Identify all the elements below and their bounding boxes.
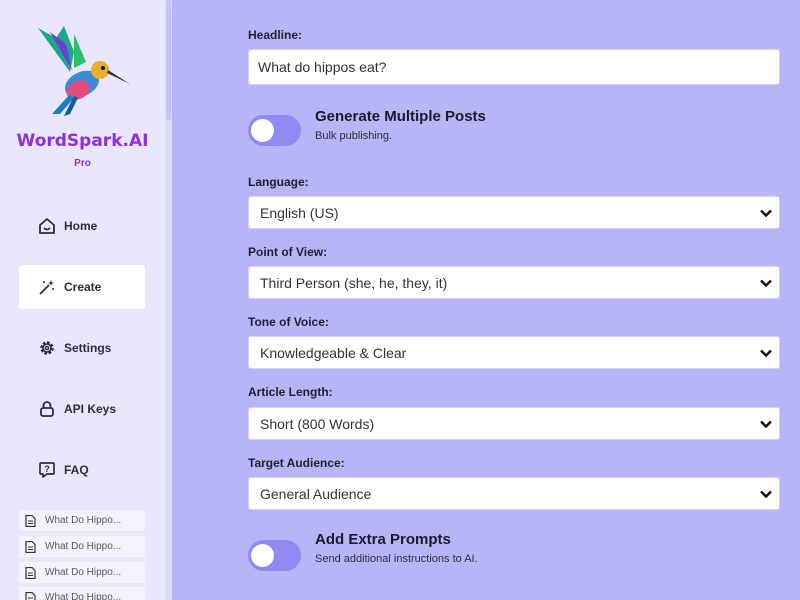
length-value: Short (800 Words) [260, 415, 375, 432]
brand-name: WordSpark.AI [16, 131, 149, 151]
extra-prompts-title: Add Extra Prompts [315, 531, 451, 548]
svg-text:?: ? [44, 464, 50, 474]
point-of-view-label: Point of View: [248, 245, 328, 259]
nav-home-label: Home [64, 219, 98, 233]
multiple-posts-toggle[interactable] [248, 115, 301, 146]
recent-item-label: What Do Hippo... [45, 515, 122, 526]
multiple-posts-title: Generate Multiple Posts [315, 108, 486, 125]
multiple-posts-desc: Bulk publishing. [315, 130, 393, 142]
magic-wand-icon [37, 277, 57, 297]
chevron-down-icon [759, 417, 773, 431]
extra-prompts-desc: Send additional instructions to AI. [315, 553, 478, 565]
nav-faq[interactable]: ? FAQ [19, 448, 145, 492]
recent-item[interactable]: What Do Hippo... [19, 536, 145, 557]
toggle-knob [251, 544, 274, 567]
chevron-down-icon [759, 346, 773, 360]
recent-item-label: What Do Hippo... [45, 567, 122, 578]
document-icon [25, 566, 37, 579]
nav-faq-label: FAQ [64, 463, 89, 477]
scrollbar-thumb[interactable] [166, 0, 171, 120]
nav-create[interactable]: Create [19, 265, 145, 309]
tone-label: Tone of Voice: [248, 315, 329, 329]
audience-select[interactable]: General Audience [248, 477, 780, 510]
extra-prompts-toggle[interactable] [248, 540, 301, 571]
nav-settings-label: Settings [64, 341, 112, 355]
home-icon [37, 216, 57, 236]
hummingbird-logo [30, 22, 132, 117]
nav-api-keys-label: API Keys [64, 402, 117, 416]
recent-item-label: What Do Hippo... [45, 592, 122, 600]
length-label: Article Length: [248, 385, 333, 399]
brand-tier: Pro [74, 158, 91, 169]
point-of-view-value: Third Person (she, he, they, it) [260, 274, 448, 291]
recent-item[interactable]: What Do Hippo... [19, 587, 145, 600]
recent-item-label: What Do Hippo... [45, 541, 122, 552]
point-of-view-select[interactable]: Third Person (she, he, they, it) [248, 266, 780, 299]
audience-label: Target Audience: [248, 456, 345, 470]
gear-icon [37, 338, 57, 358]
document-icon [25, 540, 37, 553]
language-select[interactable]: English (US) [248, 196, 780, 229]
lock-icon [37, 399, 57, 419]
length-select[interactable]: Short (800 Words) [248, 407, 780, 440]
audience-value: General Audience [260, 485, 372, 502]
tone-value: Knowledgeable & Clear [260, 344, 407, 361]
chevron-down-icon [759, 206, 773, 220]
chevron-down-icon [759, 276, 773, 290]
language-label: Language: [248, 175, 309, 189]
language-value: English (US) [260, 204, 339, 221]
question-icon: ? [37, 460, 57, 480]
document-icon [25, 514, 37, 527]
nav-api-keys[interactable]: API Keys [19, 387, 145, 431]
nav-settings[interactable]: Settings [19, 326, 145, 370]
sidebar: WordSpark.AI Pro Home Create Settings AP… [0, 0, 165, 600]
headline-label: Headline: [248, 28, 303, 42]
nav-home[interactable]: Home [19, 204, 145, 248]
document-icon [25, 591, 37, 600]
recent-item[interactable]: What Do Hippo... [19, 562, 145, 583]
recent-item[interactable]: What Do Hippo... [19, 510, 145, 531]
headline-input[interactable] [248, 49, 780, 85]
nav-create-label: Create [64, 280, 102, 294]
toggle-knob [251, 119, 274, 142]
tone-select[interactable]: Knowledgeable & Clear [248, 336, 780, 369]
sidebar-scrollbar[interactable] [165, 0, 172, 600]
chevron-down-icon [759, 487, 773, 501]
